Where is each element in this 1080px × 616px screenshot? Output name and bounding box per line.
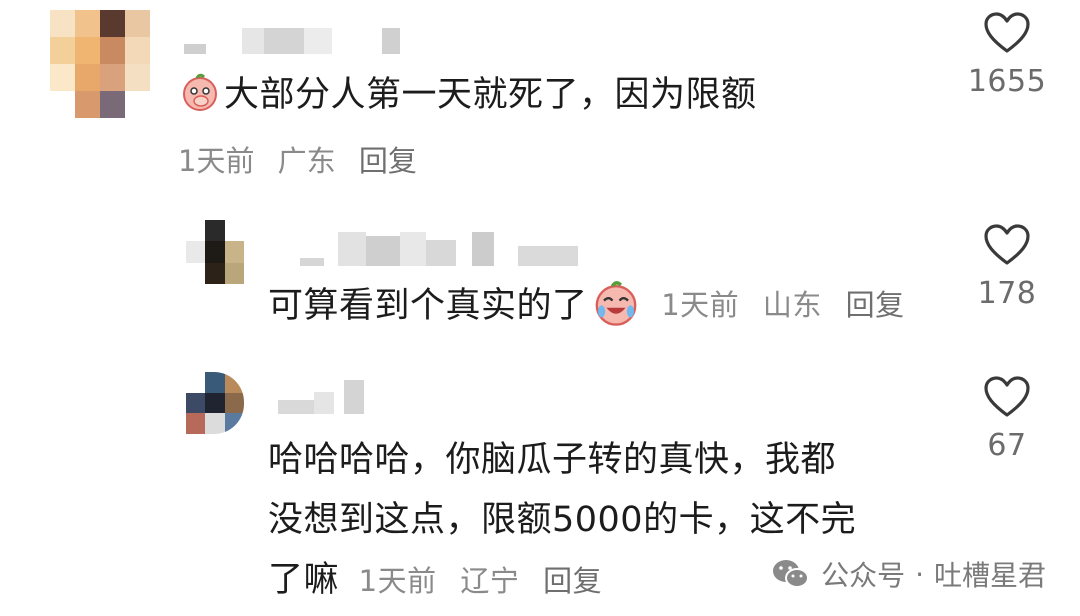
comment-body: 大部分人第一天就死了，因为限额 (224, 75, 757, 115)
like-button[interactable]: 1655 (962, 12, 1052, 99)
like-count: 67 (987, 428, 1027, 463)
username-blurred[interactable] (184, 24, 400, 54)
watermark: 公众号 · 吐槽星君 (771, 554, 1046, 594)
comment-text: 大部分人第一天就死了，因为限额 (180, 68, 757, 122)
watermark-account: 吐槽星君 (933, 559, 1046, 592)
comment-body-line: 了嘛 (268, 560, 340, 600)
comment-time: 1天前 (358, 564, 437, 598)
comment-text: 哈哈哈哈，你脑瓜子转的真快，我都 没想到这点，限额5000的卡，这不完 了嘛 1… (268, 430, 856, 611)
comment-location: 山东 (762, 288, 822, 322)
like-button[interactable]: 67 (962, 376, 1052, 463)
laughing-crying-emoji-icon (595, 281, 636, 326)
comment-meta: 1天前 广东 回复 (178, 138, 431, 180)
comment-time: 1天前 (178, 144, 255, 178)
like-button[interactable]: 178 (962, 224, 1052, 311)
avatar[interactable] (186, 220, 244, 284)
covering-mouth-emoji-icon (183, 73, 217, 111)
watermark-label: 公众号 (821, 559, 906, 592)
heart-icon (984, 224, 1030, 265)
comment-body-line-last: 了嘛 1天前 辽宁 回复 (268, 550, 856, 611)
reply-button[interactable]: 回复 (846, 288, 905, 322)
like-count: 1655 (967, 64, 1047, 99)
comment-body-line: 没想到这点，限额5000的卡，这不完 (268, 500, 857, 540)
reply-button[interactable]: 回复 (359, 144, 417, 178)
comment-body: 可算看到个真实的了 (268, 286, 588, 326)
comment-time: 1天前 (661, 288, 740, 322)
reply-button[interactable]: 回复 (543, 564, 602, 598)
wechat-icon (773, 560, 810, 588)
avatar[interactable] (50, 10, 150, 118)
comment-location: 辽宁 (460, 564, 520, 598)
avatar[interactable] (186, 372, 244, 434)
comment-thread: 大部分人第一天就死了，因为限额 1天前 广东 回复 1655 可算看到个真实的了… (0, 0, 1080, 616)
comment-text: 可算看到个真实的了 1天前 山东 回复 (268, 278, 919, 333)
heart-icon (984, 12, 1030, 53)
heart-icon (984, 376, 1030, 417)
comment-body-line: 哈哈哈哈，你脑瓜子转的真快，我都 (268, 440, 837, 480)
watermark-separator: · (915, 557, 924, 591)
comment-location: 广东 (277, 144, 336, 178)
comment-meta: 1天前 山东 回复 (652, 288, 919, 322)
username-blurred[interactable] (278, 378, 364, 414)
comment-meta: 1天前 辽宁 回复 (359, 564, 616, 598)
like-count: 178 (977, 276, 1037, 311)
username-blurred[interactable] (300, 228, 578, 266)
